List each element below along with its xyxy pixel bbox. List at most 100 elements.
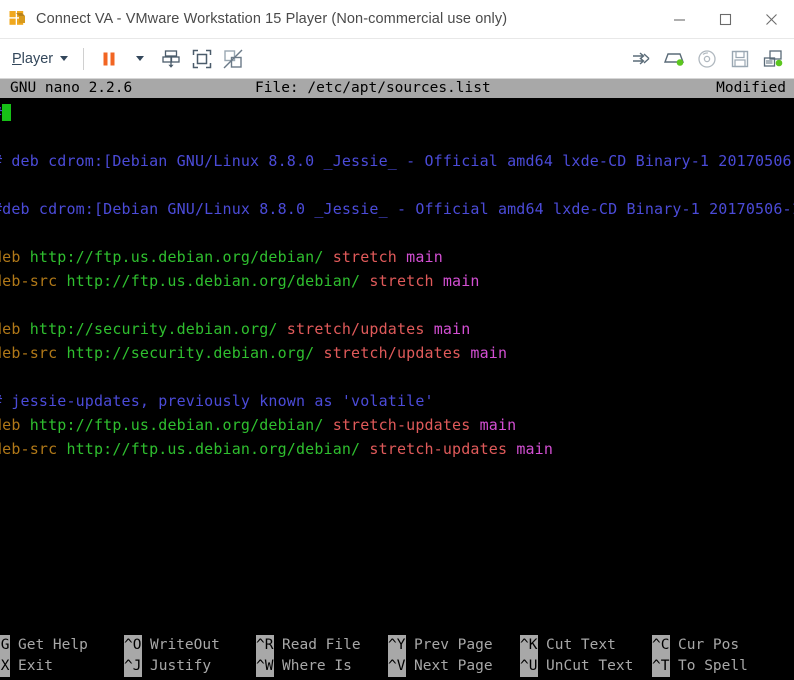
nano-shortcut-row-1: ^G Get Help ^O WriteOut ^R Read File ^Y Prev Pa… <box>0 635 794 656</box>
nano-line: deb http://ftp.us.debian.org/debian/ str… <box>0 245 794 269</box>
nano-line: # <box>0 101 794 125</box>
network-status-icon[interactable] <box>625 43 656 74</box>
nano-text-segment: deb-src <box>0 344 58 362</box>
nano-shortcut-label: Where Is <box>282 658 352 674</box>
window-titlebar: Connect VA - VMware Workstation 15 Playe… <box>0 0 794 39</box>
nano-text-segment: stretch <box>323 248 397 266</box>
nano-shortcut-label: Prev Page <box>414 637 493 653</box>
nano-shortcut-key: ^C <box>652 635 670 656</box>
vm-toolbar: Player <box>0 39 794 79</box>
toolbar-divider <box>83 47 85 70</box>
nano-shortcut-key: ^J <box>124 656 142 677</box>
nano-text-segment: deb-src <box>0 272 58 290</box>
player-menu-label: Player <box>12 50 54 67</box>
nano-version: GNU nano 2.2.6 <box>10 80 133 96</box>
nano-text-segment: main <box>424 320 471 338</box>
nano-text-segment: stretch-updates <box>323 416 471 434</box>
nano-line: deb-src http://ftp.us.debian.org/debian/… <box>0 269 794 293</box>
fullscreen-icon <box>192 49 211 68</box>
player-menu-button[interactable]: Player <box>8 48 74 70</box>
nano-text-segment: http://security.debian.org/ <box>20 320 278 338</box>
nano-shortcut-label: Get Help <box>18 637 88 653</box>
nano-text-segment: # jessie-updates, previously known as 'v… <box>0 392 434 410</box>
pause-vm-button[interactable] <box>93 43 124 74</box>
nano-line <box>0 293 794 317</box>
nano-shortcut-label: UnCut Text <box>546 658 634 674</box>
unity-mode-button[interactable] <box>217 43 248 74</box>
nano-shortcut-label: Justify <box>150 658 212 674</box>
floppy-disk-icon <box>731 50 748 67</box>
nano-shortcut-label: Cut Text <box>546 637 616 653</box>
nano-text-segment: deb <box>0 248 21 266</box>
gnu-nano-editor: GNU nano 2.2.6 File: /etc/apt/sources.li… <box>0 79 794 680</box>
nano-shortcut-key: ^T <box>652 656 670 677</box>
vm-device-status-bar <box>625 39 788 78</box>
nano-shortcut-key: ^V <box>388 656 406 677</box>
nano-text-segment: deb <box>0 320 21 338</box>
minimize-button[interactable] <box>656 0 702 38</box>
hard-disk-status-icon[interactable] <box>658 43 689 74</box>
nano-shortcut-label: To Spell <box>678 658 748 674</box>
nano-shortcut[interactable]: ^K Cut Text <box>520 635 652 656</box>
nano-line <box>0 365 794 389</box>
usb-network-status-icon[interactable] <box>757 43 788 74</box>
window-title: Connect VA - VMware Workstation 15 Playe… <box>36 11 508 27</box>
nano-text-segment: http://ftp.us.debian.org/debian/ <box>57 440 361 458</box>
send-keys-icon <box>161 49 180 68</box>
nano-shortcut-key: ^G <box>0 635 10 656</box>
nano-text-segment: http://ftp.us.debian.org/debian/ <box>57 272 361 290</box>
nano-line: # deb cdrom:[Debian GNU/Linux 8.8.0 _Jes… <box>0 149 794 173</box>
nano-line: deb http://ftp.us.debian.org/debian/ str… <box>0 413 794 437</box>
nano-modified-flag: Modified <box>716 80 786 96</box>
floppy-status-icon[interactable] <box>724 43 755 74</box>
nano-line <box>0 221 794 245</box>
nano-shortcut-key: ^U <box>520 656 538 677</box>
cd-dvd-status-icon[interactable] <box>691 43 722 74</box>
nano-shortcut[interactable]: ^V Next Page <box>388 656 520 677</box>
unity-mode-disabled-icon <box>223 49 243 68</box>
hard-disk-icon <box>663 52 684 66</box>
nano-shortcut-key: ^R <box>256 635 274 656</box>
nano-shortcut-row-2: ^X Exit ^J Justify ^W Where Is ^V Next Page ^U Un… <box>0 656 794 677</box>
nano-filename: File: /etc/apt/sources.list <box>255 80 491 96</box>
nano-text-area[interactable]: # # deb cdrom:[Debian GNU/Linux 8.8.0 _J… <box>0 98 794 635</box>
nano-text-segment: main <box>470 416 517 434</box>
nano-text-segment: main <box>433 272 480 290</box>
nano-text-segment: http://ftp.us.debian.org/debian/ <box>20 416 324 434</box>
nano-shortcut[interactable]: ^G Get Help <box>0 635 124 656</box>
nano-shortcut-key: ^W <box>256 656 274 677</box>
nano-text-segment: stretch/updates <box>277 320 425 338</box>
nano-line: deb http://security.debian.org/ stretch/… <box>0 317 794 341</box>
nano-shortcut-key: ^X <box>0 656 10 677</box>
nano-shortcut[interactable]: ^U UnCut Text <box>520 656 652 677</box>
network-arrows-icon <box>632 51 649 65</box>
nano-shortcut[interactable]: ^X Exit <box>0 656 124 677</box>
maximize-button[interactable] <box>702 0 748 38</box>
close-button[interactable] <box>748 0 794 38</box>
nano-shortcut[interactable]: ^T To Spell <box>652 656 784 677</box>
send-ctrl-alt-del-button[interactable] <box>155 43 186 74</box>
nano-shortcut[interactable]: ^W Where Is <box>256 656 388 677</box>
nano-shortcut[interactable]: ^R Read File <box>256 635 388 656</box>
pause-dropdown-button[interactable] <box>124 43 155 74</box>
network-adapter-icon <box>763 49 782 67</box>
nano-shortcut-label: Exit <box>18 658 53 674</box>
nano-shortcut-label: WriteOut <box>150 637 220 653</box>
nano-shortcut[interactable]: ^O WriteOut <box>124 635 256 656</box>
window-controls <box>656 0 794 38</box>
nano-text-segment: deb <box>0 416 21 434</box>
nano-line: #deb cdrom:[Debian GNU/Linux 8.8.0 _Jess… <box>0 197 794 221</box>
nano-shortcut[interactable]: ^C Cur Pos <box>652 635 784 656</box>
text-cursor <box>2 104 12 121</box>
nano-text-segment: stretch/updates <box>314 344 462 362</box>
nano-text-segment: http://security.debian.org/ <box>57 344 315 362</box>
nano-shortcut[interactable]: ^Y Prev Page <box>388 635 520 656</box>
nano-line <box>0 125 794 149</box>
nano-shortcut[interactable]: ^J Justify <box>124 656 256 677</box>
cd-dvd-icon <box>697 49 716 68</box>
vm-display[interactable]: GNU nano 2.2.6 File: /etc/apt/sources.li… <box>0 79 794 680</box>
nano-text-segment: main <box>396 248 443 266</box>
enter-fullscreen-button[interactable] <box>186 43 217 74</box>
nano-text-segment: # deb cdrom:[Debian GNU/Linux 8.8.0 _Jes… <box>0 152 794 170</box>
nano-shortcut-label: Cur Pos <box>678 637 740 653</box>
